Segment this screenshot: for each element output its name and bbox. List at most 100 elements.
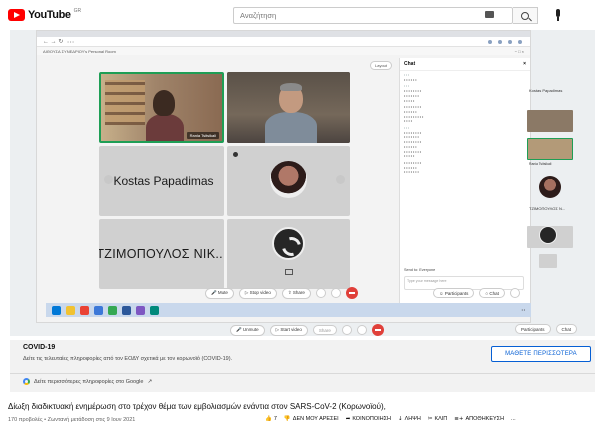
participant-tile-tzimopoulos[interactable]: ΤΖΙΜΟΠΟΥΛΟΣ ΝΙΚ... [99, 219, 224, 289]
playlist-add-icon: ≡+ [454, 416, 464, 422]
download-icon: ↓ [398, 416, 403, 422]
chat-message: • • • • • • • • • • • • • • • • • • • • • [404, 160, 422, 175]
chat-send-to[interactable]: Send to: Everyone [404, 268, 435, 272]
avatar [539, 176, 561, 198]
share-button[interactable]: ⇧ Share [281, 287, 311, 299]
rail-participant-name: Kostas Papadimas [529, 88, 563, 93]
video-meta: 170 προβολές • Ζωντανή μετάδοση στις 9 Ι… [8, 417, 136, 423]
youtube-logo[interactable]: YouTube GR [8, 8, 82, 21]
reactions-icon[interactable] [341, 325, 352, 335]
share-label: Share [318, 327, 331, 333]
download-button[interactable]: ↓ ΛΗΨΗ [398, 416, 421, 422]
chat-button[interactable]: Chat [555, 324, 578, 334]
share-button[interactable]: Share [312, 325, 337, 335]
chat-message: • • • • • • • • • • • • • • • • • • • • • •… [400, 82, 530, 103]
start-video-button[interactable]: ▷ Start video [269, 324, 308, 336]
send-to-label: Send to: [404, 268, 419, 272]
os-taskbar: • • [46, 303, 531, 317]
chat-title: Chat [404, 61, 416, 67]
meeting-controls-bar: 🎤 Mute ▷ Stop video ⇧ Share [205, 287, 358, 299]
participants-button[interactable]: ☺ Participants [433, 288, 475, 298]
layout-button[interactable]: Layout [370, 61, 393, 70]
divider [10, 373, 595, 374]
clip-label: ΚΛΙΠ [434, 416, 448, 422]
start-video-label: Start video [280, 327, 302, 332]
start-icon [52, 305, 61, 315]
meeting-side-controls: ☺ Participants ○ Chat [433, 288, 520, 298]
voice-search-button[interactable] [552, 9, 564, 22]
mute-button[interactable]: 🎤 Mute [205, 287, 234, 299]
send-to-value[interactable]: Everyone [419, 268, 435, 272]
keyboard-icon[interactable] [485, 11, 494, 18]
word-icon [122, 305, 131, 315]
recorded-browser-window: ← → ↻ • • • ΑΙΘΟΥΣΑ ΣΥΝΕΔΡΙΟΥ's Personal… [36, 30, 531, 323]
search-input[interactable]: Αναζήτηση [233, 7, 513, 24]
covid-description: Δείτε τις τελευταίες πληροφορίες από τον… [23, 356, 233, 362]
thumbs-down-icon: 👎 [283, 416, 291, 422]
share-video-label: ΚΟΙΝΟΠΟΙΗΣΗ [352, 416, 391, 422]
more-icon[interactable] [509, 288, 520, 298]
chat-label: Chat [561, 326, 572, 332]
meeting-room-bar: ΑΙΘΟΥΣΑ ΣΥΝΕΔΡΙΟΥ's Personal Room − □ × [37, 47, 530, 55]
country-code: GR [73, 8, 82, 14]
save-label: ΑΠΟΘΗΚΕΥΣΗ [465, 416, 505, 422]
mute-label: Mute [217, 290, 228, 295]
more-actions-button[interactable]: ... [511, 416, 516, 422]
download-label: ΛΗΨΗ [404, 416, 421, 422]
mic-stem [557, 17, 559, 21]
chat-message-meta: • • • [404, 73, 410, 77]
window-controls-icon: − □ × [514, 49, 524, 54]
participant-rail: Kostas Papadimas Rania Tsitsikali ΤΖΙΜΟΠ… [525, 66, 585, 306]
rail-participant-name: Rania Tsitsikali [529, 162, 552, 166]
chat-button[interactable]: ○ Chat [479, 288, 505, 298]
learn-more-button[interactable]: ΜΑΘΕΤΕ ΠΕΡΙΣΣΟΤΕΡΑ [491, 346, 591, 362]
rail-participant-name: ΤΖΙΜΟΠΟΥΛΟΣ Ν... [529, 206, 566, 211]
like-button[interactable]: 👍 7 [265, 416, 277, 422]
share-icon: ➦ [345, 416, 351, 422]
covid-info-panel: COVID-19 Δείτε τις τελευταίες πληροφορίε… [10, 340, 595, 392]
clip-button[interactable]: ✂ ΚΛΙΠ [428, 416, 447, 422]
chevron-right-icon[interactable] [336, 175, 345, 184]
video-player[interactable]: ← → ↻ • • • ΑΙΘΟΥΣΑ ΣΥΝΕΔΡΙΟΥ's Personal… [10, 30, 595, 336]
rail-video-thumbnail[interactable] [527, 110, 573, 132]
stop-video-button[interactable]: ▷ Stop video [238, 287, 277, 299]
end-call-icon[interactable] [371, 324, 384, 336]
dislike-button[interactable]: 👎 ΔΕΝ ΜΟΥ ΑΡΕΣΕΙ [284, 416, 339, 422]
browser-nav-icons: ← → ↻ [43, 39, 64, 45]
dislike-label: ΔΕΝ ΜΟΥ ΑΡΕΣΕΙ [292, 416, 339, 422]
search-button[interactable] [513, 7, 538, 24]
end-call-icon[interactable] [345, 287, 358, 299]
more-options-icon[interactable] [356, 325, 367, 335]
chrome-icon [80, 305, 89, 315]
participants-button[interactable]: Participants [515, 324, 551, 334]
rail-video-thumbnail[interactable] [539, 254, 557, 268]
youtube-header: YouTube GR Αναζήτηση [0, 0, 595, 30]
chat-message: • • • • • • • • • [400, 71, 530, 82]
participant-tile-avatar[interactable] [227, 146, 350, 216]
participant-tile-video-2[interactable] [227, 72, 350, 143]
meeting-room-title: ΑΙΘΟΥΣΑ ΣΥΝΕΔΡΙΟΥ's Personal Room [43, 49, 116, 54]
rail-video-thumbnail[interactable] [527, 138, 573, 160]
participant-tile-kostas[interactable]: Kostas Papadimas [99, 146, 224, 216]
chat-panel: Chat × • • • • • • • • • • • • • • • • • •… [399, 58, 530, 307]
more-options-icon[interactable] [330, 288, 341, 298]
share-video-button[interactable]: ➦ ΚΟΙΝΟΠΟΙΗΣΗ [346, 416, 391, 422]
participant-tile-obs[interactable] [227, 219, 350, 289]
unmute-button[interactable]: 🎤 Unmute [230, 324, 265, 336]
reactions-icon[interactable] [315, 288, 326, 298]
chat-header: Chat × [400, 58, 530, 71]
save-button[interactable]: ≡+ ΑΠΟΘΗΚΕΥΣΗ [454, 416, 504, 422]
meeting-side-controls-bottom: Participants Chat [515, 324, 578, 334]
video-actions: 👍 7 👎 ΔΕΝ ΜΟΥ ΑΡΕΣΕΙ ➦ ΚΟΙΝΟΠΟΙΗΣΗ ↓ ΛΗΨΗ ✂ Κ… [265, 416, 516, 422]
chat-label: Chat [489, 290, 499, 296]
chat-message-meta: • • • [404, 84, 410, 89]
camera-off-icon [285, 269, 293, 275]
google-info-link[interactable]: Δείτε περισσότερες πληροφορίες στο Googl… [23, 378, 152, 385]
thumbs-up-icon: 👍 [265, 416, 272, 422]
os-clock: • • [521, 308, 525, 312]
app-icon [108, 305, 117, 315]
app-icon [136, 305, 145, 315]
browser-url-text: • • • [67, 39, 74, 44]
chat-message: • • • • • • • • • • • • • • • • • • • • • … [404, 105, 424, 124]
participant-tile-video-1[interactable]: Rania Tsitsikali [99, 72, 224, 143]
